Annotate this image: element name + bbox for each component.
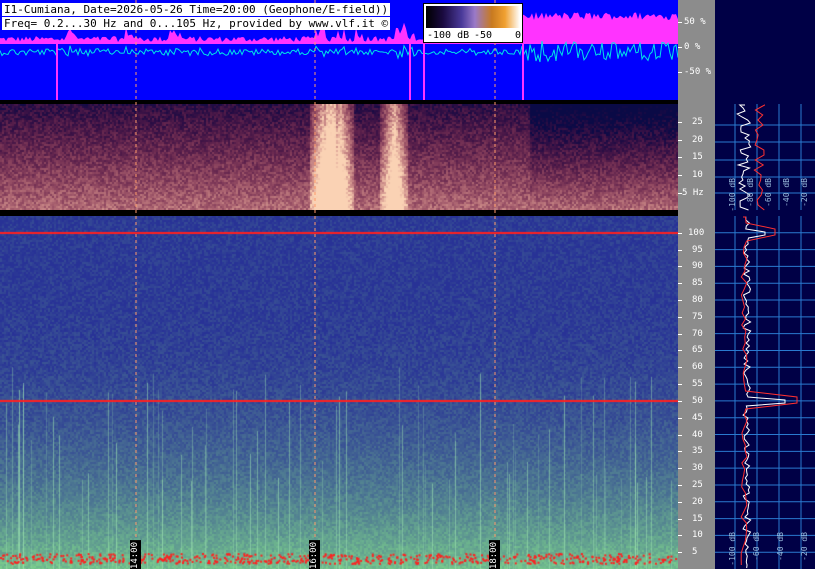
tick-mark (678, 519, 682, 520)
tick-mark (678, 47, 682, 48)
colorbar-label-min: -100 dB (427, 30, 470, 41)
mainfreq-ytick: 65 (692, 345, 703, 355)
tick-mark (678, 140, 682, 141)
time-tick-label: 14:00 (130, 540, 141, 569)
mainfreq-ytick: 25 (692, 480, 703, 490)
tick-mark (678, 451, 682, 452)
mainfreq-ytick: 45 (692, 413, 703, 423)
tick-mark (678, 233, 682, 234)
mainfreq-ytick: 50 (692, 396, 703, 406)
mainfreq-ytick: 10 (692, 530, 703, 540)
tick-mark (678, 266, 682, 267)
tick-mark (678, 175, 682, 176)
tick-mark (678, 350, 682, 351)
lowfreq-ytick: 5 Hz (682, 188, 704, 198)
lowfreq-ytick: 10 (692, 170, 703, 180)
time-tick-label: 16:00 (309, 540, 320, 569)
time-tick-label: 18:00 (489, 540, 500, 569)
profile-db-label-top: -40 dB (782, 178, 791, 207)
waveform-ytick: 50 % (684, 17, 706, 27)
profile-db-label-top: -80 dB (746, 178, 755, 207)
colorbar-label-max: 0 (515, 30, 522, 41)
waveform-ytick: -50 % (684, 67, 712, 77)
colorbar-gradient (426, 6, 520, 28)
tick-mark (678, 283, 682, 284)
tick-mark (678, 300, 682, 301)
profile-db-label-top: -20 dB (800, 178, 809, 207)
profile-db-label-bottom: -100 dB (728, 532, 737, 566)
tick-mark (678, 435, 682, 436)
tick-mark (678, 418, 682, 419)
tick-mark (678, 334, 682, 335)
time-grid-overlay (135, 0, 496, 569)
tick-mark (678, 193, 682, 194)
mainfreq-ytick: 95 (692, 245, 703, 255)
tick-mark (678, 468, 682, 469)
lowfreq-ytick: 15 (692, 152, 703, 162)
mainfreq-ytick: 15 (692, 514, 703, 524)
profile-db-label-bottom: -20 dB (800, 532, 809, 561)
mainfreq-ytick: 70 (692, 329, 703, 339)
mainfreq-ytick: 35 (692, 446, 703, 456)
tick-mark (678, 367, 682, 368)
mainfreq-ytick: 75 (692, 312, 703, 322)
profile-db-label-top: -100 dB (728, 178, 737, 212)
lowfreq-ytick: 25 (692, 117, 703, 127)
tick-mark (678, 122, 682, 123)
tick-mark (678, 502, 682, 503)
colorbar-legend: -100 dB -50 0 (423, 3, 523, 43)
waveform-ytick: 0 % (684, 42, 701, 52)
mainfreq-ytick: 20 (692, 497, 703, 507)
tick-mark (678, 22, 682, 23)
mainfreq-ytick: 100 (688, 228, 705, 238)
vlf-spectrogram-page: I1-Cumiana, Date=2026-05-26 Time=20:00 (… (0, 0, 815, 569)
mainfreq-ytick: 30 (692, 463, 703, 473)
tick-mark (678, 384, 682, 385)
lowfreq-ytick: 20 (692, 135, 703, 145)
mainfreq-ytick: 90 (692, 261, 703, 271)
tick-mark (678, 552, 682, 553)
tick-mark (678, 485, 682, 486)
mainfreq-ytick: 5 (692, 547, 698, 557)
mainfreq-ytick: 80 (692, 295, 703, 305)
profile-db-label-bottom: -40 dB (776, 532, 785, 561)
mainfreq-ytick: 60 (692, 362, 703, 372)
mainfreq-ytick: 55 (692, 379, 703, 389)
mainfreq-ytick: 85 (692, 278, 703, 288)
tick-mark (678, 72, 682, 73)
tick-mark (678, 317, 682, 318)
header-line2: Freq= 0.2...30 Hz and 0...105 Hz, provid… (2, 17, 391, 30)
profile-db-label-top: -60 dB (764, 178, 773, 207)
frequency-axis-column: 50 % 0 % -50 % 25 20 15 10 5 Hz 100 95 90 85 80 75 70 6… (678, 0, 715, 569)
tick-mark (678, 250, 682, 251)
tick-mark (678, 157, 682, 158)
spectrum-profile-column: -100 dB -80 dB -60 dB -40 dB -20 dB -100 dB -6… (715, 0, 815, 569)
profile-db-label-bottom: -60 dB (752, 532, 761, 561)
colorbar-label-mid: -50 (474, 30, 493, 41)
tick-mark (678, 535, 682, 536)
tick-mark (678, 401, 682, 402)
mainfreq-ytick: 40 (692, 430, 703, 440)
profile-max-lower (740, 216, 798, 566)
spectrum-profile-plot (715, 104, 815, 569)
header-line1: I1-Cumiana, Date=2026-05-26 Time=20:00 (… (2, 3, 391, 16)
